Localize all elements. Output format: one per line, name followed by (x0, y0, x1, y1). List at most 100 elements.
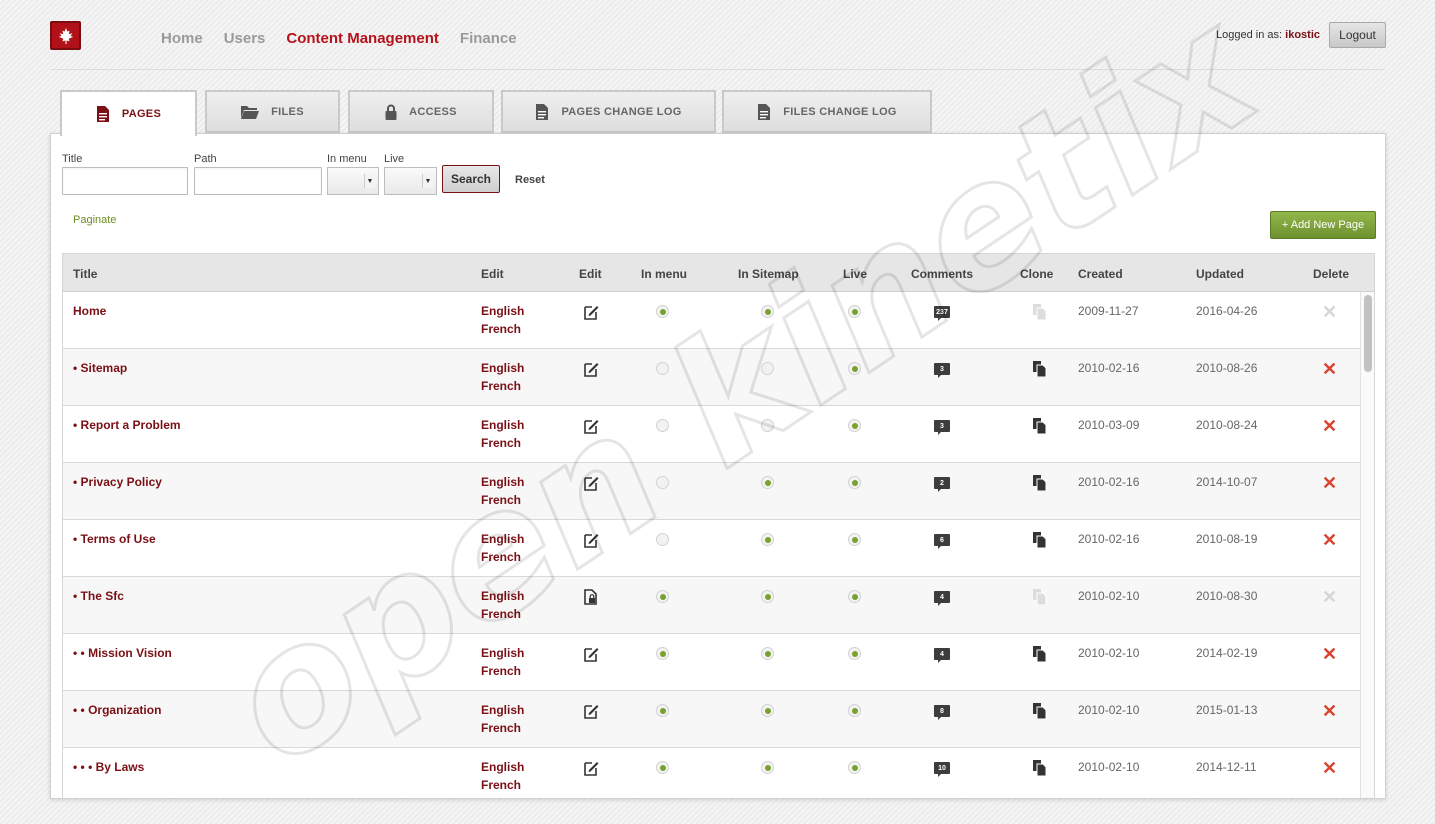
edit-french-link[interactable]: French (481, 721, 521, 735)
column-header-in-menu[interactable]: In menu (641, 267, 687, 281)
in-sitemap-toggle[interactable] (761, 761, 774, 774)
nav-users[interactable]: Users (224, 30, 266, 47)
in-menu-toggle[interactable] (656, 476, 669, 489)
column-header-updated[interactable]: Updated (1196, 267, 1244, 281)
edit-english-link[interactable]: English (481, 475, 524, 489)
edit-french-link[interactable]: French (481, 379, 521, 393)
in-sitemap-toggle[interactable] (761, 533, 774, 546)
clone-icon[interactable] (1033, 703, 1047, 719)
clone-icon[interactable] (1033, 646, 1047, 662)
edit-english-link[interactable]: English (481, 532, 524, 546)
edit-english-link[interactable]: English (481, 361, 524, 375)
in-sitemap-toggle[interactable] (761, 590, 774, 603)
in-menu-toggle[interactable] (656, 362, 669, 375)
in-sitemap-toggle[interactable] (761, 362, 774, 375)
in-menu-toggle[interactable] (656, 533, 669, 546)
page-title-link[interactable]: • Sitemap (73, 361, 127, 375)
page-title-link[interactable]: • Report a Problem (73, 418, 181, 432)
edit-english-link[interactable]: English (481, 703, 524, 717)
comments-count-icon[interactable]: 6 (934, 534, 950, 549)
column-header-created[interactable]: Created (1078, 267, 1123, 281)
title-filter-input[interactable] (62, 167, 188, 195)
page-title-link[interactable]: Home (73, 304, 106, 318)
comments-count-icon[interactable]: 237 (934, 306, 950, 321)
clone-icon[interactable] (1033, 532, 1047, 548)
add-new-page-button[interactable]: + Add New Page (1270, 211, 1376, 239)
table-scrollbar[interactable] (1360, 292, 1374, 798)
edit-english-link[interactable]: English (481, 418, 524, 432)
edit-french-link[interactable]: French (481, 607, 521, 621)
edit-french-link[interactable]: French (481, 436, 521, 450)
comments-count-icon[interactable]: 3 (934, 420, 950, 435)
edit-english-link[interactable]: English (481, 589, 524, 603)
live-toggle[interactable] (848, 419, 861, 432)
delete-icon[interactable]: ✕ (1322, 702, 1337, 720)
delete-icon[interactable]: ✕ (1322, 417, 1337, 435)
tab-pages[interactable]: PAGES (60, 90, 197, 136)
live-toggle[interactable] (848, 704, 861, 717)
tab-pages-change-log[interactable]: PAGES CHANGE LOG (501, 90, 716, 133)
clone-icon[interactable] (1033, 361, 1047, 377)
edit-page-icon[interactable] (583, 646, 599, 662)
comments-count-icon[interactable]: 8 (934, 705, 950, 720)
reset-link[interactable]: Reset (515, 174, 545, 186)
delete-icon[interactable]: ✕ (1322, 759, 1337, 777)
nav-content-management[interactable]: Content Management (286, 30, 439, 47)
in-sitemap-toggle[interactable] (761, 647, 774, 660)
delete-icon[interactable]: ✕ (1322, 645, 1337, 663)
delete-icon[interactable]: ✕ (1322, 531, 1337, 549)
page-title-link[interactable]: • • Organization (73, 703, 161, 717)
edit-page-icon[interactable] (583, 760, 599, 776)
live-toggle[interactable] (848, 533, 861, 546)
edit-french-link[interactable]: French (481, 493, 521, 507)
live-toggle[interactable] (848, 761, 861, 774)
page-title-link[interactable]: • Privacy Policy (73, 475, 162, 489)
clone-icon[interactable] (1033, 760, 1047, 776)
nav-home[interactable]: Home (161, 30, 203, 47)
page-title-link[interactable]: • Terms of Use (73, 532, 156, 546)
path-filter-input[interactable] (194, 167, 322, 195)
edit-page-icon[interactable] (583, 475, 599, 491)
live-toggle[interactable] (848, 590, 861, 603)
paginate-link[interactable]: Paginate (73, 214, 116, 226)
tab-files[interactable]: FILES (205, 90, 340, 133)
edit-french-link[interactable]: French (481, 550, 521, 564)
locked-page-icon[interactable] (583, 589, 599, 605)
in-sitemap-toggle[interactable] (761, 476, 774, 489)
in-menu-toggle[interactable] (656, 704, 669, 717)
live-toggle[interactable] (848, 362, 861, 375)
edit-english-link[interactable]: English (481, 304, 524, 318)
live-toggle[interactable] (848, 476, 861, 489)
column-header-live[interactable]: Live (843, 267, 867, 281)
logout-button[interactable]: Logout (1329, 22, 1386, 48)
edit-french-link[interactable]: French (481, 664, 521, 678)
tab-access[interactable]: ACCESS (348, 90, 494, 133)
column-header-title[interactable]: Title (73, 267, 97, 281)
in-menu-toggle[interactable] (656, 761, 669, 774)
edit-french-link[interactable]: French (481, 322, 521, 336)
clone-icon[interactable] (1033, 418, 1047, 434)
edit-page-icon[interactable] (583, 304, 599, 320)
edit-french-link[interactable]: French (481, 778, 521, 792)
nav-finance[interactable]: Finance (460, 30, 517, 47)
edit-english-link[interactable]: English (481, 760, 524, 774)
comments-count-icon[interactable]: 10 (934, 762, 950, 777)
comments-count-icon[interactable]: 4 (934, 648, 950, 663)
edit-page-icon[interactable] (583, 361, 599, 377)
live-select[interactable]: ▼ (384, 167, 437, 195)
clone-icon[interactable] (1033, 475, 1047, 491)
comments-count-icon[interactable]: 2 (934, 477, 950, 492)
in-sitemap-toggle[interactable] (761, 419, 774, 432)
delete-icon[interactable]: ✕ (1322, 360, 1337, 378)
comments-count-icon[interactable]: 3 (934, 363, 950, 378)
edit-page-icon[interactable] (583, 418, 599, 434)
live-toggle[interactable] (848, 647, 861, 660)
delete-icon[interactable]: ✕ (1322, 474, 1337, 492)
logo[interactable] (50, 21, 81, 50)
in-menu-select[interactable]: ▼ (327, 167, 379, 195)
comments-count-icon[interactable]: 4 (934, 591, 950, 606)
in-menu-toggle[interactable] (656, 647, 669, 660)
in-menu-toggle[interactable] (656, 419, 669, 432)
in-sitemap-toggle[interactable] (761, 704, 774, 717)
live-toggle[interactable] (848, 305, 861, 318)
